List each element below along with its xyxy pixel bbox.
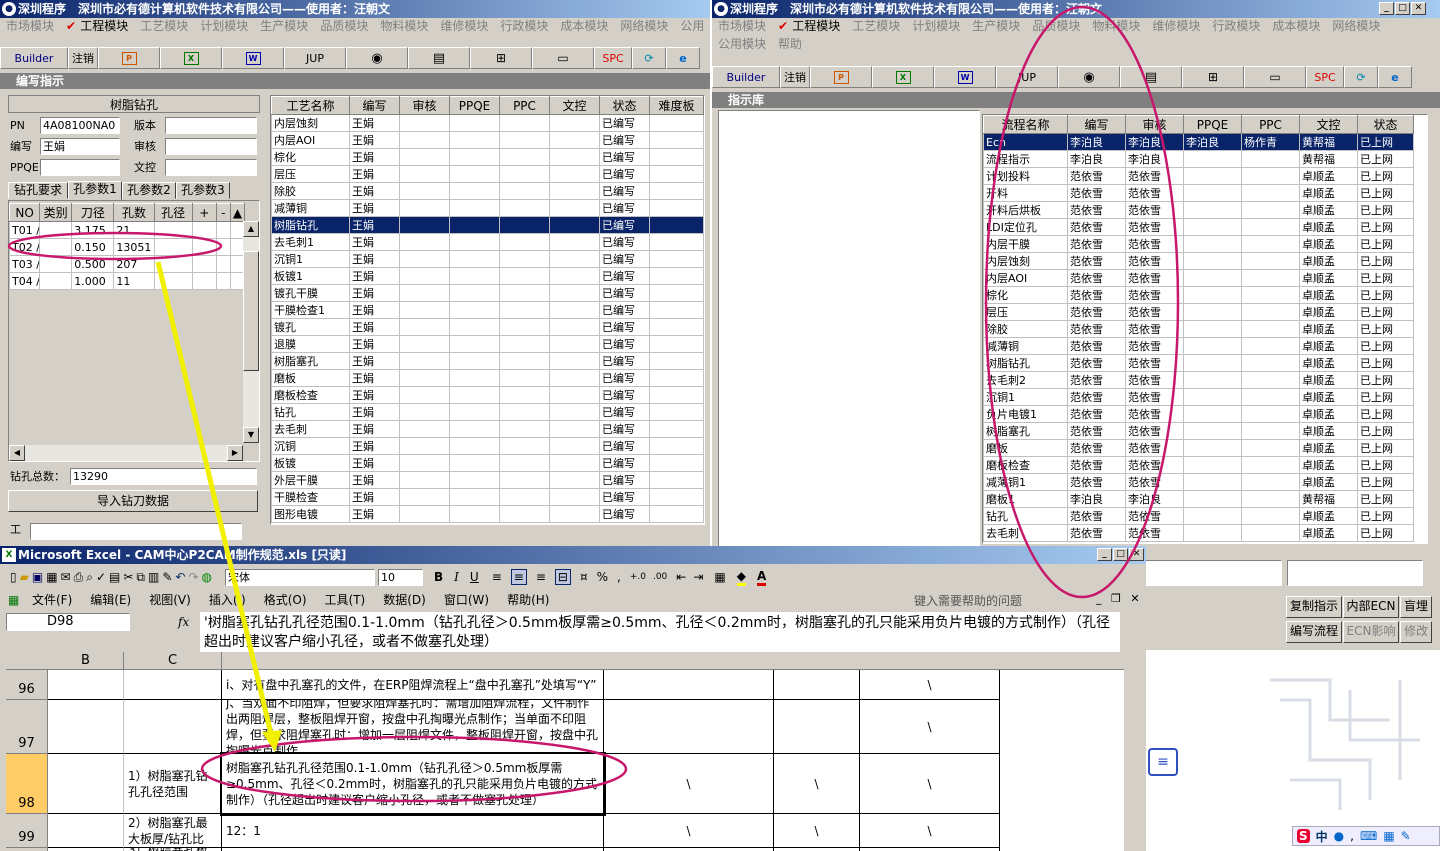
comma-icon[interactable]: ,: [1350, 829, 1354, 843]
ime-tray: S 中 ● , ⌨ ▦ ✎: [1292, 826, 1440, 846]
annotation-ellipse-cell: [200, 735, 628, 803]
tab-1[interactable]: 孔参数1: [68, 181, 122, 200]
wrench-icon[interactable]: ✎: [1401, 829, 1411, 843]
annotation-arrow-head: [262, 730, 282, 752]
annotation-ellipse-flow: [984, 5, 1180, 599]
punctuation-icon[interactable]: ●: [1334, 829, 1344, 843]
keyboard-icon[interactable]: ⌨: [1360, 829, 1377, 843]
annotation-overlay: [7, 5, 1180, 803]
skin-icon[interactable]: ▦: [1383, 829, 1394, 843]
ime-mode[interactable]: 中: [1316, 828, 1328, 845]
annotation-arrow-line: [155, 261, 275, 739]
sogou-icon[interactable]: S: [1297, 829, 1310, 843]
annotation-ellipse-hole: [7, 231, 223, 261]
